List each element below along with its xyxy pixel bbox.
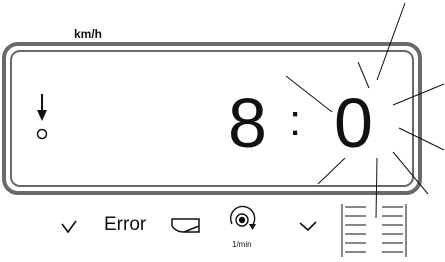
display-digit-main: 8 (228, 84, 267, 162)
rotation-sensor-icon (229, 205, 256, 230)
error-label: Error (104, 214, 147, 235)
display-digit-separator: : (289, 96, 302, 145)
level-gauge-icon (341, 204, 407, 257)
display-digit-blinking: 0 (334, 84, 373, 162)
check-left-icon (61, 220, 77, 234)
display-diagram: km/h 8 : 0 Error 1/min (0, 0, 445, 257)
check-right-icon (299, 221, 317, 232)
rpm-unit-label: 1/min (232, 240, 252, 249)
unit-label: km/h (74, 27, 103, 41)
arrow-down-icon (37, 94, 47, 121)
tray-icon (171, 218, 200, 233)
diagram-svg (2, 2, 445, 257)
circle-icon (36, 128, 48, 140)
